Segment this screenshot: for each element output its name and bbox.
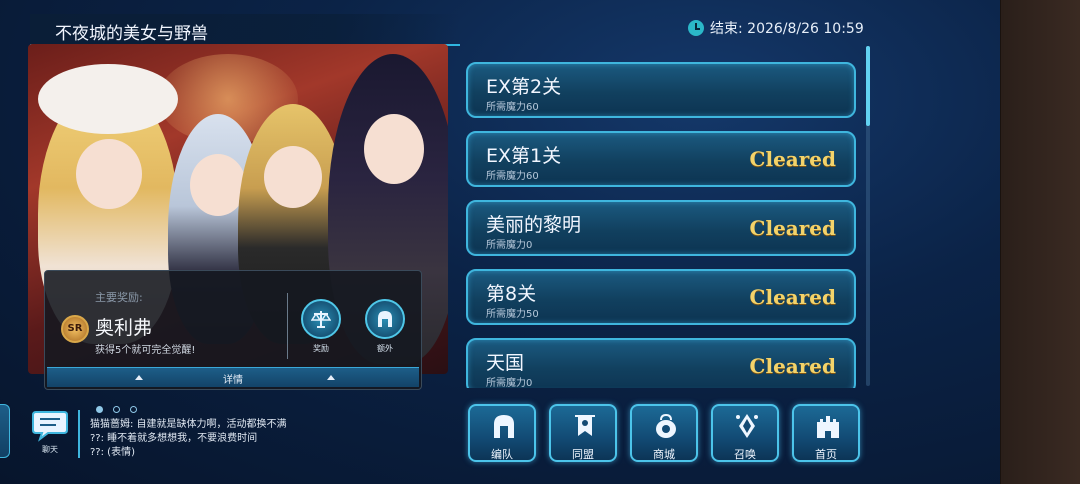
expand-up-icon: [327, 375, 335, 380]
side-menu-tab[interactable]: [0, 404, 10, 458]
stage-status: Cleared: [749, 216, 836, 240]
details-label: 详情: [223, 375, 243, 386]
event-end-time: 结束: 2026/8/26 10:59: [710, 21, 864, 37]
castle-icon: [817, 416, 839, 438]
stage-status: Cleared: [749, 354, 836, 378]
stage-item[interactable]: 美丽的黎明 所需魔力0 Cleared: [466, 200, 856, 256]
main-reward-panel: 主要奖励: SR 奥利弗 获得5个就可完全觉醒! 奖励 额外 详情: [44, 270, 422, 390]
stage-name: 第8关: [486, 283, 537, 305]
nav-home-label: 首页: [815, 448, 837, 461]
reward-description: 获得5个就可完全觉醒!: [95, 345, 196, 356]
stage-requirement: 所需魔力60: [486, 171, 539, 182]
stage-status: Cleared: [749, 285, 836, 309]
extra-button[interactable]: [365, 299, 405, 339]
stage-item[interactable]: 天国 所需魔力0 Cleared: [466, 338, 856, 388]
chat-messages[interactable]: 猫猫蔷姆: 自建就是缺体力啊，活动都换不满 ??: 睡不着就多想想我，不要浪费时…: [90, 418, 390, 460]
stage-name: 天国: [486, 352, 525, 374]
nav-shop-button[interactable]: 商城: [630, 404, 698, 462]
character-face: [264, 146, 322, 208]
page-dot-active: [96, 406, 103, 413]
chat-message: ??: (表情): [90, 447, 135, 458]
stage-requirement: 所需魔力60: [486, 102, 539, 113]
stage-name: EX第2关: [486, 76, 562, 98]
nav-summon-button[interactable]: 召唤: [711, 404, 779, 462]
chat-message: 猫猫蔷姆: 自建就是缺体力啊，活动都换不满: [90, 419, 287, 430]
chat-bubble-icon: [32, 411, 68, 442]
event-timer: 结束: 2026/8/26 10:59: [688, 18, 864, 38]
nav-alliance-label: 同盟: [572, 448, 594, 461]
stage-name: EX第1关: [486, 145, 562, 167]
reward-divider: [287, 293, 288, 359]
stage-list[interactable]: EX第2关 所需魔力60 EX第1关 所需魔力60 Cleared 美丽的黎明 …: [462, 56, 862, 388]
nav-alliance-button[interactable]: 同盟: [549, 404, 617, 462]
chat-page-indicator: [96, 406, 137, 413]
rewards-button-label: 奖励: [313, 344, 329, 353]
stage-status: Cleared: [749, 147, 836, 171]
nav-formation-label: 编队: [491, 448, 513, 461]
banner-icon: [575, 415, 595, 436]
stage-list-scrollbar[interactable]: [866, 46, 870, 386]
stage-requirement: 所需魔力50: [486, 309, 539, 320]
helmet-icon: [494, 415, 514, 438]
page-dot: [130, 406, 137, 413]
event-title: 不夜城的美女与野兽: [55, 24, 208, 44]
stage-item[interactable]: EX第2关 所需魔力60: [466, 62, 856, 118]
stage-name: 美丽的黎明: [486, 214, 582, 236]
nav-shop-label: 商城: [653, 448, 675, 461]
device-bezel: [1000, 0, 1080, 484]
chat-button-label: 聊天: [42, 445, 58, 454]
nav-formation-button[interactable]: 编队: [468, 404, 536, 462]
scrollbar-thumb[interactable]: [866, 46, 870, 126]
rewards-button[interactable]: [301, 299, 341, 339]
extra-button-label: 额外: [377, 344, 393, 353]
summon-crystal-icon: [736, 414, 758, 438]
chat-message: ??: 睡不着就多想想我，不要浪费时间: [90, 433, 258, 444]
reward-character-name: 奥利弗: [95, 317, 153, 339]
game-screen: 不夜城的美女与野兽 结束: 2026/8/26 10:59 主要奖励: SR 奥…: [0, 0, 1000, 484]
details-button[interactable]: 详情: [47, 367, 419, 387]
scales-icon: [311, 311, 331, 328]
nav-summon-label: 召唤: [734, 448, 756, 461]
page-dot: [113, 406, 120, 413]
character-face: [76, 139, 142, 209]
stage-requirement: 所需魔力0: [486, 378, 533, 388]
helmet-icon: [378, 311, 392, 327]
stage-item[interactable]: 第8关 所需魔力50 Cleared: [466, 269, 856, 325]
character-face: [364, 114, 424, 184]
stage-item[interactable]: EX第1关 所需魔力60 Cleared: [466, 131, 856, 187]
clock-icon: [688, 20, 704, 36]
stage-requirement: 所需魔力0: [486, 240, 533, 251]
shop-bag-icon: [656, 413, 676, 438]
sr-rarity-badge: SR: [61, 315, 89, 343]
event-title-bar: 不夜城的美女与野兽: [30, 14, 460, 46]
nun-hat: [38, 64, 178, 134]
chat-button[interactable]: 聊天: [30, 408, 70, 458]
reward-label: 主要奖励:: [95, 291, 143, 304]
chat-separator: [78, 410, 80, 458]
nav-home-button[interactable]: 首页: [792, 404, 860, 462]
